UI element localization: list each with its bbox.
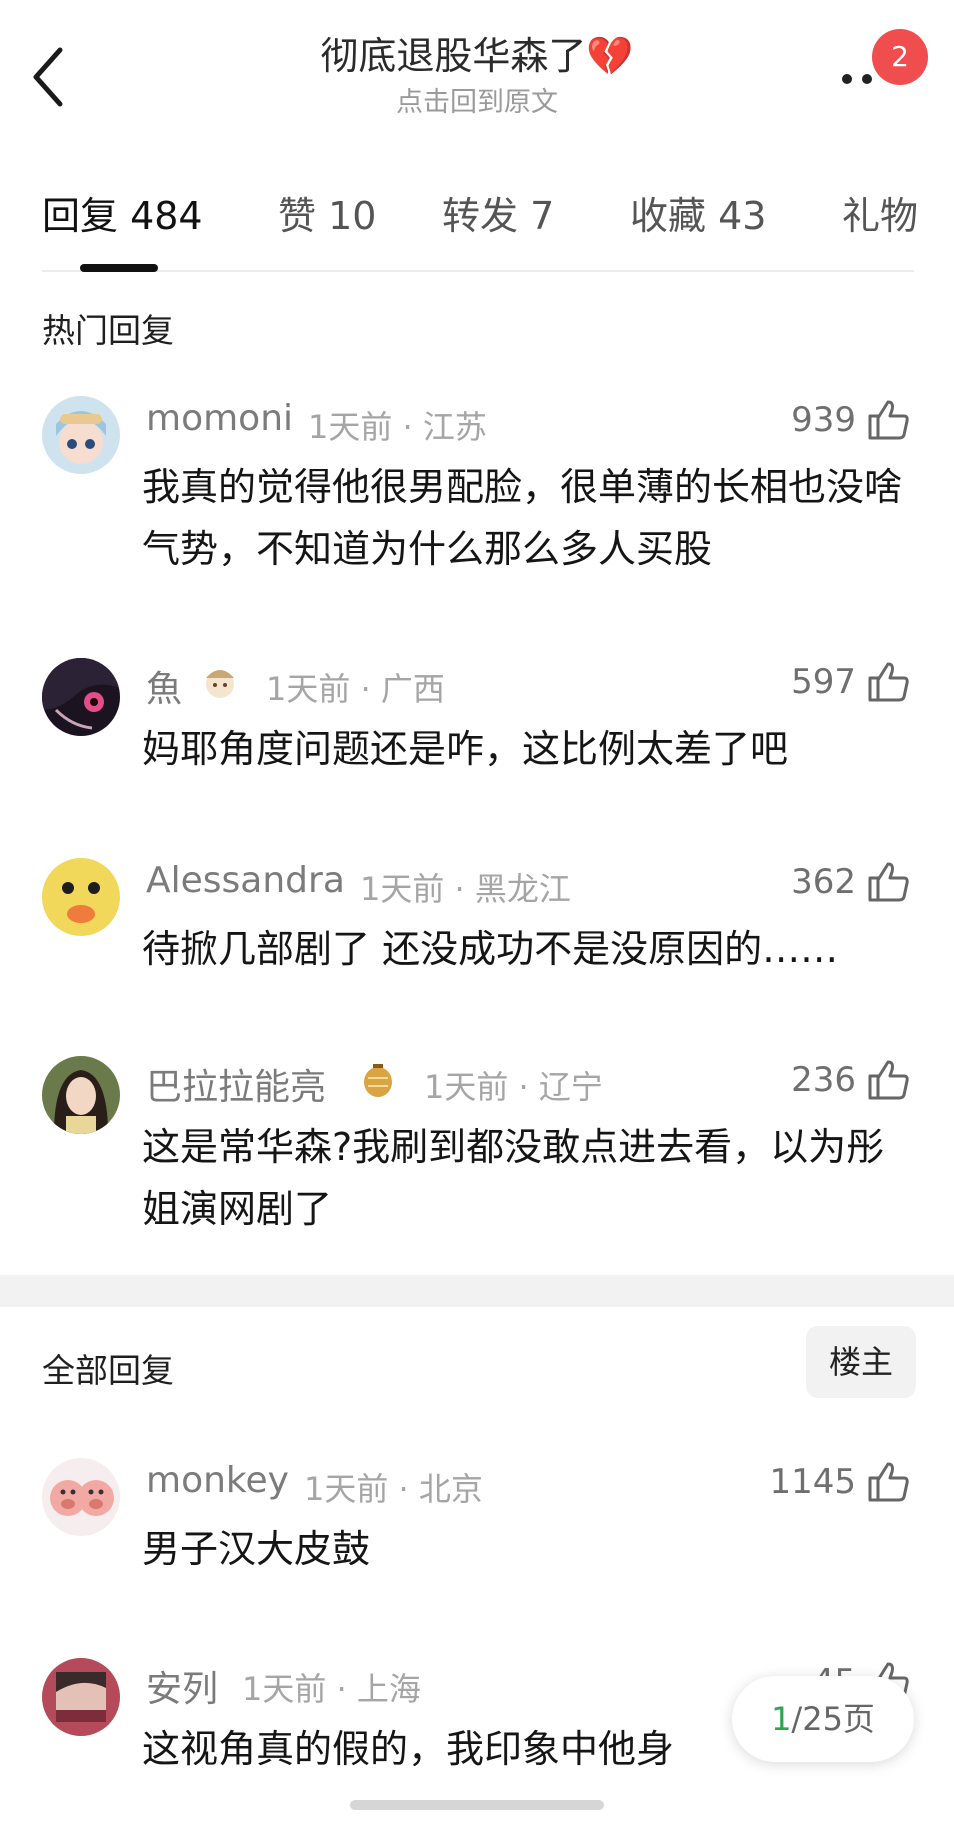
page-indicator[interactable]: 1/25页 [732,1676,914,1762]
header-title-block[interactable]: 彻底退股华森了💔 点击回到原文 [0,30,954,122]
comment-location: 江苏 [422,408,487,446]
comment-text: 男子汉大皮鼓 [142,1527,371,1571]
avatar[interactable] [42,1458,120,1536]
comment-time: 1天前 [242,1670,327,1708]
thumbs-up-icon[interactable] [864,1056,912,1104]
cartoon-girl-avatar-icon [42,396,120,474]
comment-text: 这是常华森?我刷到都没敢点进去看，以为彤姐演网剧了 [142,1125,885,1231]
comment-location: 广西 [380,670,445,708]
tab-favorites[interactable]: 收藏 43 [630,190,766,242]
thumbs-up-icon[interactable] [864,396,912,444]
current-page: 1 [771,1700,792,1738]
woman-avatar-icon [42,1056,120,1134]
comment-time: 1天前 [308,408,393,446]
comment-text: 待掀几部剧了 还没成功不是没原因的…… [142,927,839,971]
avatar[interactable] [42,396,120,474]
comment-item[interactable]: 巴拉拉能亮 1天前 · 辽宁 236 这是常华森?我刷到都没敢点进去看，以为彤姐… [0,1050,954,1250]
comment-meta: 1天前 · 江苏 [308,408,487,446]
comment-item[interactable]: monkey 1天前 · 北京 1145 男子汉大皮鼓 [0,1452,954,1572]
tab-replies[interactable]: 回复 484 [42,190,203,242]
thumbs-up-icon[interactable] [864,1458,912,1506]
avatar[interactable] [42,858,120,936]
comment-meta: 1天前 · 黑龙江 [360,870,571,908]
photo-avatar-icon [42,1658,120,1736]
like-count: 597 [791,662,856,702]
like-count: 362 [791,862,856,902]
anime-girl-avatar-icon [42,658,120,736]
genshin-character-badge-icon [198,660,242,704]
section-separator [0,1275,954,1307]
avatar[interactable] [42,1658,120,1736]
comment-time: 1天前 [304,1470,389,1508]
comment-location: 北京 [418,1470,483,1508]
comment-text: 我真的觉得他很男配脸，很单薄的长相也没啥气势，不知道为什么那么多人买股 [142,465,903,571]
comment-time: 1天前 [266,670,351,708]
comment-meta: 1天前 · 广西 [266,670,445,708]
like-count: 1145 [769,1462,856,1502]
comment-item[interactable]: momoni 1天前 · 江苏 939 我真的觉得他很男配脸，很单薄的长相也没啥… [0,390,954,590]
comment-text: 这视角真的假的，我印象中他身 [142,1727,675,1771]
comment-location: 黑龙江 [474,870,571,908]
like-count: 236 [791,1060,856,1100]
notification-badge: 2 [872,29,928,85]
thumbs-up-icon[interactable] [864,658,912,706]
comment-meta: 1天前 · 辽宁 [424,1068,603,1106]
avatar[interactable] [42,1056,120,1134]
comment-item[interactable]: Alessandra 1天前 · 黑龙江 362 待掀几部剧了 还没成功不是没原… [0,852,954,972]
comment-location: 辽宁 [538,1068,603,1106]
comment-username[interactable]: 巴拉拉能亮 [146,1058,326,1110]
comment-username[interactable]: Alessandra [146,860,345,901]
back-to-original-link[interactable]: 点击回到原文 [0,84,954,122]
comment-text: 妈耶角度问题还是咋，这比例太差了吧 [142,727,789,771]
comment-meta: 1天前 · 上海 [242,1670,421,1708]
home-indicator [350,1800,604,1810]
thumbs-up-icon[interactable] [864,858,912,906]
avatar[interactable] [42,658,120,736]
tab-reposts[interactable]: 转发 7 [442,190,554,242]
comment-time: 1天前 [424,1068,509,1106]
comment-item[interactable]: 魚 1天前 · 广西 597 妈耶角度问题还是咋，这比例太差了吧 [0,652,954,772]
all-replies-title: 全部回复 [42,1351,174,1390]
comment-username[interactable]: momoni [146,398,293,439]
comment-meta: 1天前 · 北京 [304,1470,483,1508]
tab-likes[interactable]: 赞 10 [278,190,376,242]
like-count: 939 [791,400,856,440]
tabs-divider [42,270,914,272]
comment-username[interactable]: monkey [146,1460,289,1501]
lantern-badge-icon [356,1058,400,1102]
comment-username[interactable]: 安列 [146,1660,218,1712]
tab-bar: 回复 484 赞 10 转发 7 收藏 43 礼物 [42,190,918,250]
comment-time: 1天前 [360,870,445,908]
tab-gifts[interactable]: 礼物 [842,190,918,242]
duck-avatar-icon [42,858,120,936]
comment-username[interactable]: 魚 [146,660,182,712]
pig-avatar-icon [42,1458,120,1536]
hot-replies-title: 热门回复 [42,311,174,350]
total-pages: /25页 [791,1700,875,1738]
comment-location: 上海 [356,1670,421,1708]
active-tab-indicator [80,264,158,272]
more-icon[interactable] [838,60,878,90]
owner-only-button[interactable]: 楼主 [806,1326,916,1398]
page-title: 彻底退股华森了💔 [320,34,634,78]
